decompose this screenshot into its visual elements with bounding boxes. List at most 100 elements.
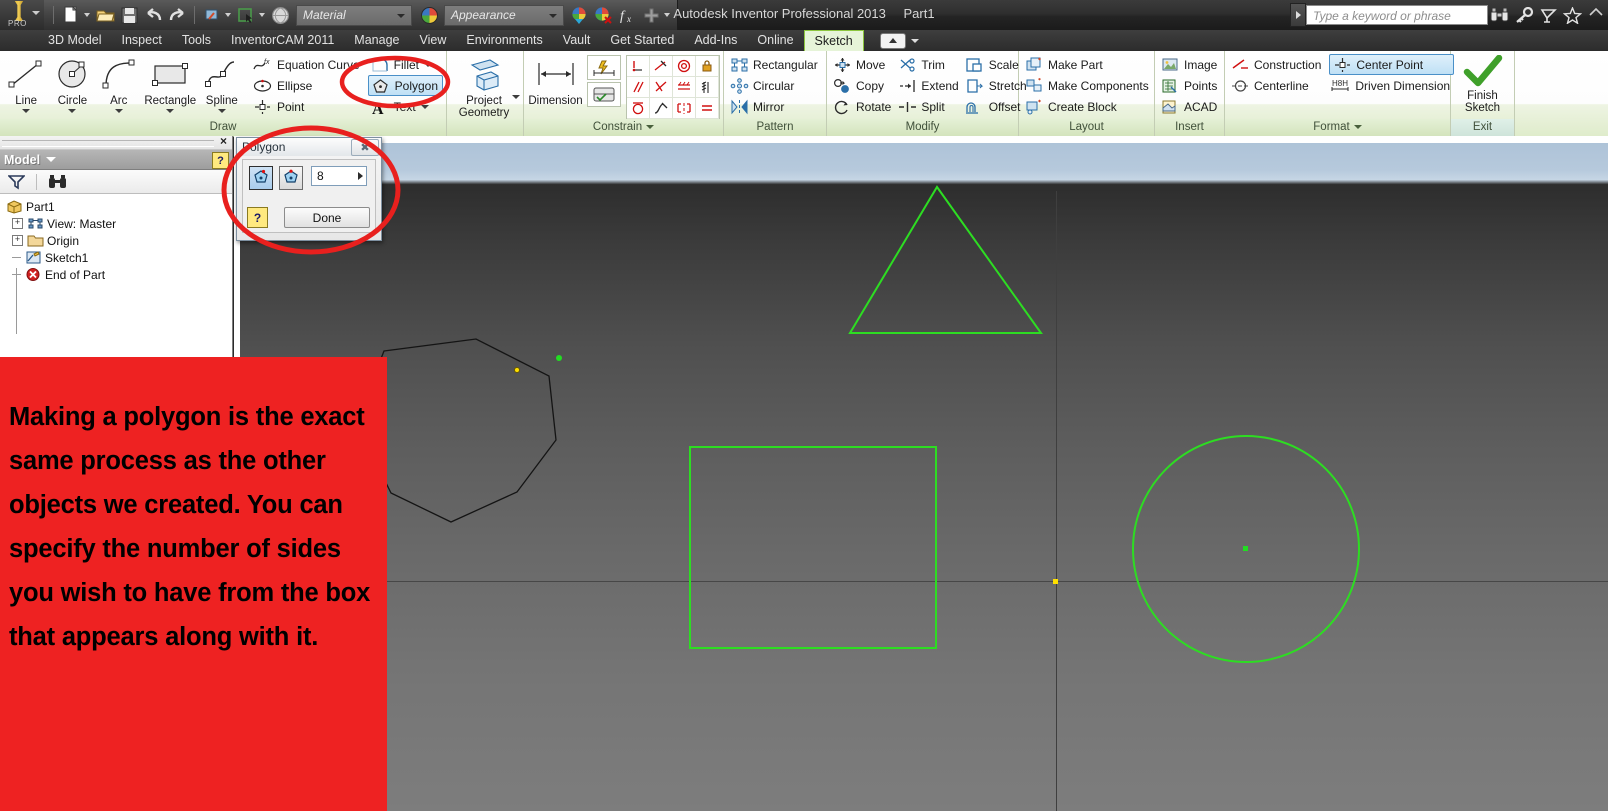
layout-make-components[interactable]: Make Components	[1022, 75, 1153, 96]
redo-icon[interactable]	[166, 4, 188, 26]
close-icon[interactable]: ×	[220, 135, 227, 148]
appearance-combo[interactable]: Appearance	[444, 4, 564, 26]
chevron-down-icon[interactable]	[22, 109, 31, 113]
polygon-dialog[interactable]: Polygon ✖ 8 ? Done	[236, 137, 382, 241]
polygon-dialog-titlebar[interactable]: Polygon ✖	[237, 138, 381, 156]
tree-item-view-master[interactable]: + View: Master	[4, 215, 232, 232]
polygon-done-button[interactable]: Done	[284, 207, 370, 228]
polygon-inscribed-toggle[interactable]	[249, 166, 273, 190]
star-icon[interactable]	[1560, 3, 1584, 27]
expand-icon[interactable]: +	[12, 218, 23, 229]
filter-icon[interactable]	[4, 170, 28, 194]
draw-tool-rectangle[interactable]: Rectangle	[142, 53, 199, 119]
draw-tool-spline[interactable]: Spline	[199, 53, 245, 119]
format-driven-dimension[interactable]: H8H Driven Dimension	[1329, 75, 1454, 96]
tab-inspect[interactable]: Inspect	[112, 30, 172, 51]
tree-item-part1[interactable]: Part1	[4, 198, 232, 215]
insert-image[interactable]: Image	[1158, 54, 1221, 75]
polygon-sides-input[interactable]: 8	[311, 166, 367, 186]
draw-tool-arc[interactable]: Arc	[96, 53, 142, 119]
modify-move[interactable]: Move	[830, 54, 895, 75]
expand-icon[interactable]: +	[12, 235, 23, 246]
chevron-down-icon[interactable]	[512, 95, 520, 99]
search-input[interactable]: Type a keyword or phrase	[1306, 5, 1488, 25]
auto-dimension-icon[interactable]	[587, 55, 621, 80]
modify-rotate[interactable]: Rotate	[830, 96, 895, 117]
finish-sketch-button[interactable]: Finish Sketch	[1454, 53, 1511, 119]
draw-tool-point[interactable]: Point	[251, 96, 364, 117]
browser-drag-handle[interactable]: ×	[0, 135, 232, 150]
tab-vault[interactable]: Vault	[553, 30, 601, 51]
insert-points[interactable]: Points	[1158, 75, 1221, 96]
close-icon[interactable]: ✖	[351, 139, 379, 156]
material-combo[interactable]: Material	[296, 4, 412, 26]
chevron-down-icon[interactable]	[664, 13, 670, 17]
draw-tool-fillet[interactable]: Fillet	[368, 54, 443, 75]
draw-tool-text[interactable]: A Text	[368, 96, 443, 117]
chevron-down-icon[interactable]	[420, 104, 429, 109]
tab-online[interactable]: Online	[747, 30, 803, 51]
tree-item-origin[interactable]: + Origin	[4, 232, 232, 249]
format-center-point[interactable]: Center Point	[1329, 54, 1455, 75]
draw-tool-polygon[interactable]: Polygon	[367, 75, 444, 96]
chevron-down-icon[interactable]	[910, 38, 919, 43]
window-controls-icon[interactable]	[1584, 3, 1608, 27]
chevron-down-icon[interactable]	[424, 62, 432, 67]
chevron-down-icon[interactable]	[259, 13, 265, 17]
chevron-down-icon[interactable]	[46, 157, 57, 162]
sketch-point-green[interactable]	[556, 355, 562, 361]
draw-tool-ellipse[interactable]: Ellipse	[251, 75, 364, 96]
parallel-icon[interactable]	[627, 77, 650, 98]
polygon-help-button[interactable]: ?	[247, 207, 268, 228]
circle-center-point[interactable]	[1243, 546, 1248, 551]
spinner-icon[interactable]	[358, 172, 363, 180]
tree-item-sketch1[interactable]: Sketch1	[4, 249, 232, 266]
tab-sketch[interactable]: Sketch	[803, 30, 864, 51]
layout-create-block[interactable]: Create Block	[1022, 96, 1153, 117]
tab-view[interactable]: View	[409, 30, 456, 51]
layout-make-part[interactable]: Make Part	[1022, 54, 1153, 75]
polygon-circumscribed-toggle[interactable]	[279, 166, 304, 190]
chevron-down-icon[interactable]	[646, 124, 655, 129]
undo-icon[interactable]	[142, 4, 164, 26]
fx-parameters-icon[interactable]: fx	[616, 4, 638, 26]
format-centerline[interactable]: Centerline	[1228, 75, 1325, 96]
tab-get-started[interactable]: Get Started	[600, 30, 684, 51]
dimension-button[interactable]: Dimension	[527, 53, 584, 119]
show-constraints-icon[interactable]	[587, 82, 621, 107]
draw-tool-circle[interactable]: Circle	[49, 53, 95, 119]
select-icon[interactable]	[235, 4, 257, 26]
find-binoculars-icon[interactable]	[45, 170, 69, 194]
material-sphere-icon[interactable]	[269, 4, 291, 26]
update-icon[interactable]	[201, 4, 223, 26]
modify-extend[interactable]: Extend	[895, 75, 962, 96]
ribbon-display-options[interactable]	[879, 32, 919, 49]
pattern-circular[interactable]: Circular	[727, 75, 822, 96]
chevron-down-icon[interactable]	[114, 109, 123, 113]
modify-trim[interactable]: Trim	[895, 54, 962, 75]
tab-manage[interactable]: Manage	[344, 30, 409, 51]
save-icon[interactable]	[118, 4, 140, 26]
tree-item-end-of-part[interactable]: End of Part	[4, 266, 232, 283]
vertical-icon[interactable]	[696, 77, 719, 98]
chevron-down-icon[interactable]	[84, 13, 90, 17]
tab-add-ins[interactable]: Add-Ins	[684, 30, 747, 51]
perpendicular-icon[interactable]	[650, 77, 673, 98]
chevron-down-icon[interactable]	[166, 109, 175, 113]
application-menu-button[interactable]: PRO	[0, 0, 45, 30]
adjust-appearance-icon[interactable]	[568, 4, 590, 26]
sketch-canvas[interactable]	[234, 136, 1608, 811]
pattern-rectangular[interactable]: Rectangular	[727, 54, 822, 75]
satellite-icon[interactable]	[1536, 3, 1560, 27]
clear-appearance-icon[interactable]	[592, 4, 614, 26]
symmetric-icon[interactable]	[673, 98, 696, 119]
add-to-toolbar-icon[interactable]	[640, 4, 662, 26]
format-construction[interactable]: Construction	[1228, 54, 1325, 75]
minimize-ribbon-icon[interactable]	[879, 32, 906, 49]
collinear-icon[interactable]	[650, 56, 673, 77]
insert-acad[interactable]: ACAD	[1158, 96, 1221, 117]
polygon-drag-point[interactable]	[514, 367, 520, 373]
key-icon[interactable]	[1512, 3, 1536, 27]
expand-search-button[interactable]	[1290, 3, 1306, 27]
tab-environments[interactable]: Environments	[456, 30, 552, 51]
